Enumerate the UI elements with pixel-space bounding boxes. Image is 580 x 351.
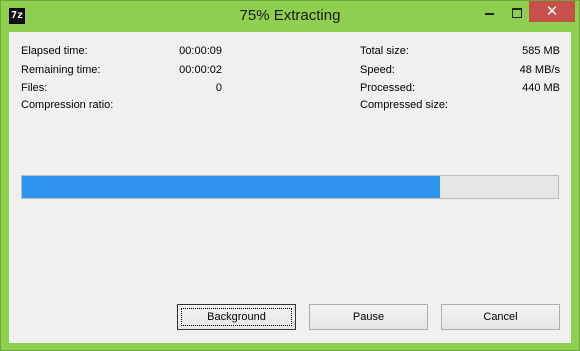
speed-label: Speed:: [360, 64, 395, 76]
speed-value: 48 MB/s: [519, 64, 560, 76]
title-bar[interactable]: 7z 75% Extracting ✕: [1, 1, 579, 32]
compression-ratio-label: Compression ratio:: [21, 99, 114, 111]
compressed-size-label: Compressed size:: [360, 99, 449, 111]
close-button[interactable]: ✕: [529, 1, 575, 22]
minimize-icon: [485, 13, 494, 15]
background-button[interactable]: Background: [177, 304, 296, 330]
close-icon: ✕: [545, 3, 559, 20]
pause-button[interactable]: Pause: [309, 304, 428, 330]
dialog-body: Elapsed time: 00:00:09 Remaining time: 0…: [9, 32, 571, 343]
processed-label: Processed:: [360, 82, 416, 94]
cancel-button[interactable]: Cancel: [441, 304, 560, 330]
maximize-button[interactable]: [503, 2, 530, 23]
extract-window: 7z 75% Extracting ✕ Elapsed time: 00:00:…: [0, 0, 580, 351]
minimize-button[interactable]: [476, 2, 503, 23]
remaining-time-value: 00:00:02: [179, 64, 222, 76]
maximize-icon: [511, 8, 522, 18]
total-size-value: 585 MB: [522, 45, 560, 57]
progress-fill: [22, 176, 441, 198]
processed-value: 440 MB: [522, 82, 560, 94]
files-label: Files:: [21, 82, 48, 94]
files-value: 0: [215, 82, 222, 94]
total-size-label: Total size:: [360, 45, 409, 57]
remaining-time-label: Remaining time:: [21, 64, 101, 76]
pause-button-label: Pause: [352, 311, 385, 323]
elapsed-time-label: Elapsed time:: [21, 45, 88, 57]
background-button-label: Background: [207, 311, 266, 323]
progress-bar: [21, 175, 559, 199]
elapsed-time-value: 00:00:09: [179, 45, 222, 57]
cancel-button-label: Cancel: [483, 311, 518, 323]
